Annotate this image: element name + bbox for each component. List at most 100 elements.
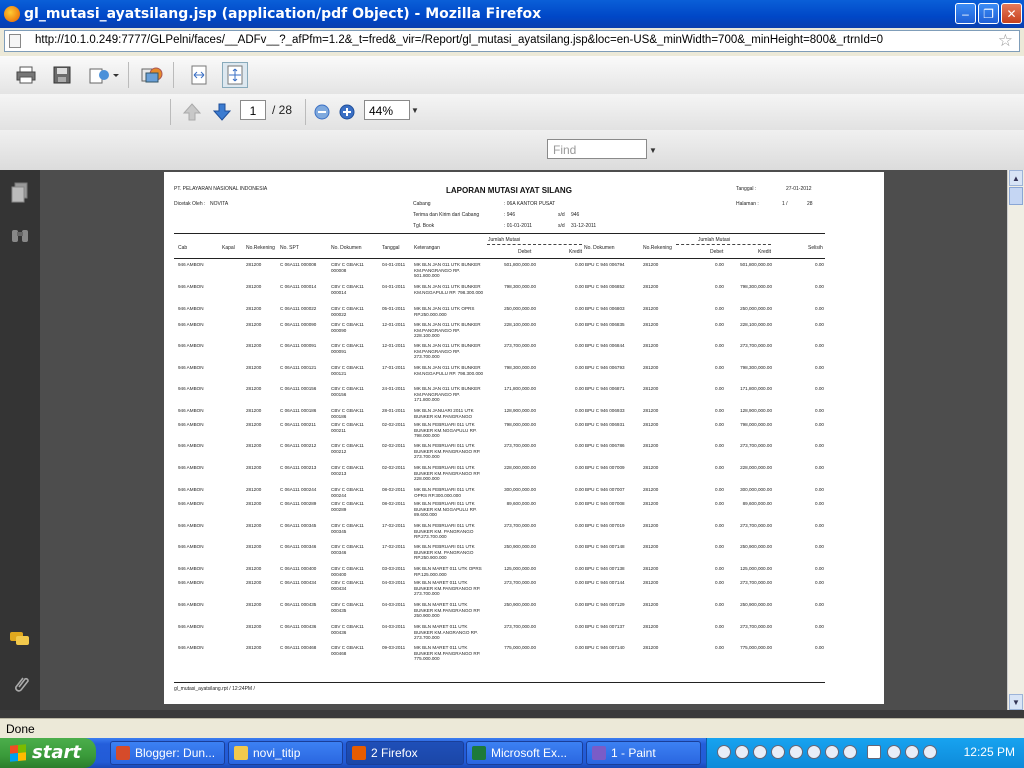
cell-norek2: 281200 [643, 501, 659, 506]
cell-dok: CBV C GBAK11 000090 [331, 322, 364, 333]
network-icon[interactable] [905, 745, 919, 759]
header-kredit-2: Kredit [758, 249, 772, 255]
taskbar-button[interactable]: 2 Firefox [346, 741, 464, 765]
header-no-spt: No. SPT [280, 245, 299, 251]
printed-by-label: Dicetak Oleh : [174, 201, 206, 207]
fit-page-icon[interactable] [222, 62, 248, 88]
cell-dok: CBV C GBAK11 000156 [331, 386, 364, 397]
volume-icon[interactable] [843, 745, 857, 759]
maximize-button[interactable]: ❐ [978, 3, 999, 24]
zoom-out-icon[interactable] [309, 99, 335, 125]
cell-tgl: 09-03-2011 [382, 645, 406, 650]
pages-thumbnail-icon[interactable] [8, 182, 32, 206]
share-dropdown-icon[interactable] [86, 62, 122, 88]
cell-tgl: 17-01-2011 [382, 365, 406, 370]
url-text[interactable]: http://10.1.0.249:7777/GLPelni/faces/__A… [35, 34, 883, 46]
cell-tgl: 08-02-2011 [382, 487, 406, 492]
cell-debet: 250,000,000.00 [504, 306, 536, 311]
cell-debet: 228,100,000.00 [504, 322, 536, 327]
cell-cab: 946 AMBON [178, 408, 204, 413]
company-name: PT. PELAYARAN NASIONAL INDONESIA [174, 186, 268, 192]
cell-norek: 281200 [246, 566, 262, 571]
previous-page-arrow-icon[interactable] [179, 99, 205, 125]
next-page-arrow-icon[interactable] [209, 99, 235, 125]
attachment-paperclip-icon[interactable] [8, 674, 32, 698]
cell-norek2: 281200 [643, 408, 659, 413]
media-previous-icon[interactable] [789, 745, 803, 759]
cell-tgl: 08-02-2011 [382, 501, 406, 506]
vertical-scrollbar[interactable]: ▲ ▼ [1007, 170, 1024, 710]
windows-logo-icon [10, 744, 26, 762]
cell-norek2: 281200 [643, 306, 659, 311]
cell-dok: CBV C GBAK11 000008 [331, 262, 364, 273]
cell-ket: MK BLN JAN 011 UTK BUNKER KM.PANGRANGO R… [414, 343, 481, 360]
page-number-input[interactable]: 1 [240, 100, 266, 120]
media-next-icon[interactable] [807, 745, 821, 759]
taskbar-button[interactable]: Blogger: Dun... [110, 741, 225, 765]
cell-debet: 128,900,000.00 [504, 408, 536, 413]
cell-kredit2: 273,700,000.00 [740, 523, 772, 528]
security-shield-icon[interactable] [923, 745, 937, 759]
collaborate-icon[interactable] [138, 62, 166, 88]
tray-icon[interactable] [735, 745, 749, 759]
cell-selisih: 0.00 [815, 566, 824, 571]
media-pause-icon[interactable] [753, 745, 767, 759]
comments-icon[interactable] [8, 630, 32, 654]
close-button[interactable]: ✕ [1001, 3, 1022, 24]
cell-debet2: 0.00 [715, 487, 724, 492]
scroll-down-arrow-icon[interactable]: ▼ [1009, 694, 1023, 710]
clock[interactable]: 12:25 PM [964, 745, 1015, 759]
window-title-bar[interactable]: gl_mutasi_ayatsilang.jsp (application/pd… [0, 0, 1024, 28]
cell-kredit: 0.00 [575, 465, 584, 470]
cell-tgl: 12-01-2011 [382, 322, 406, 327]
cell-debet2: 0.00 [715, 602, 724, 607]
zoom-level-select[interactable]: 44% [364, 100, 410, 120]
header-kapal: Kapal [222, 245, 235, 251]
cell-spt: C 06A111 000186 [280, 408, 317, 413]
taskbar-button-label: Microsoft Ex... [491, 746, 568, 760]
app-icon [116, 746, 130, 760]
minimize-button[interactable]: – [955, 3, 976, 24]
bookmark-star-icon[interactable]: ☆ [998, 31, 1013, 51]
print-icon[interactable] [13, 62, 39, 88]
taskbar-button[interactable]: Microsoft Ex... [466, 741, 583, 765]
volume-icon[interactable] [825, 745, 839, 759]
header-dashed-rule-1 [487, 244, 582, 245]
cell-ket: MK BLN FEBRUARI 011 UTK OPRS RP.300.000.… [414, 487, 475, 498]
fit-width-icon[interactable] [186, 62, 212, 88]
cell-norek2: 281200 [643, 386, 659, 391]
zoom-dropdown-arrow-icon[interactable]: ▼ [411, 106, 419, 115]
taskbar-button[interactable]: 1 - Paint [586, 741, 701, 765]
cell-kredit2: 171,800,000.00 [740, 386, 772, 391]
scroll-up-arrow-icon[interactable]: ▲ [1009, 170, 1023, 186]
scrollbar-thumb[interactable] [1009, 187, 1023, 205]
status-text: Done [6, 722, 35, 736]
cell-norek: 281200 [246, 544, 262, 549]
cell-tgl: 28-01-2011 [382, 408, 406, 413]
save-icon[interactable] [49, 62, 75, 88]
taskbar-button[interactable]: novi_titip [228, 741, 343, 765]
tray-icon[interactable] [717, 745, 731, 759]
header-selisih: Selisih [808, 245, 823, 251]
start-button[interactable]: start [0, 738, 96, 768]
cell-norek: 281200 [246, 322, 262, 327]
cell-debet: 273,700,000.00 [504, 523, 536, 528]
help-icon[interactable] [867, 745, 881, 759]
cell-selisih: 0.00 [815, 544, 824, 549]
zoom-in-icon[interactable] [334, 99, 360, 125]
cell-norek: 281200 [246, 386, 262, 391]
cell-spt: C 06A111 000156 [280, 386, 317, 391]
find-input[interactable]: Find [547, 139, 647, 159]
cell-debet2: 0.00 [715, 386, 724, 391]
cell-debet: 501,800,000.00 [504, 262, 536, 267]
cell-dok2: BPU C 946 007129 [585, 602, 625, 607]
address-bar[interactable]: http://10.1.0.249:7777/GLPelni/faces/__A… [4, 30, 1020, 52]
cell-dok2: BPU C 946 006844 [585, 343, 625, 348]
cell-norek: 281200 [246, 343, 262, 348]
find-options-arrow-icon[interactable]: ▼ [649, 146, 657, 155]
media-stop-icon[interactable] [771, 745, 785, 759]
attachments-binoculars-icon[interactable] [8, 226, 32, 250]
header-rule-top [174, 233, 825, 234]
cell-debet2: 0.00 [715, 523, 724, 528]
bluetooth-icon[interactable] [887, 745, 901, 759]
